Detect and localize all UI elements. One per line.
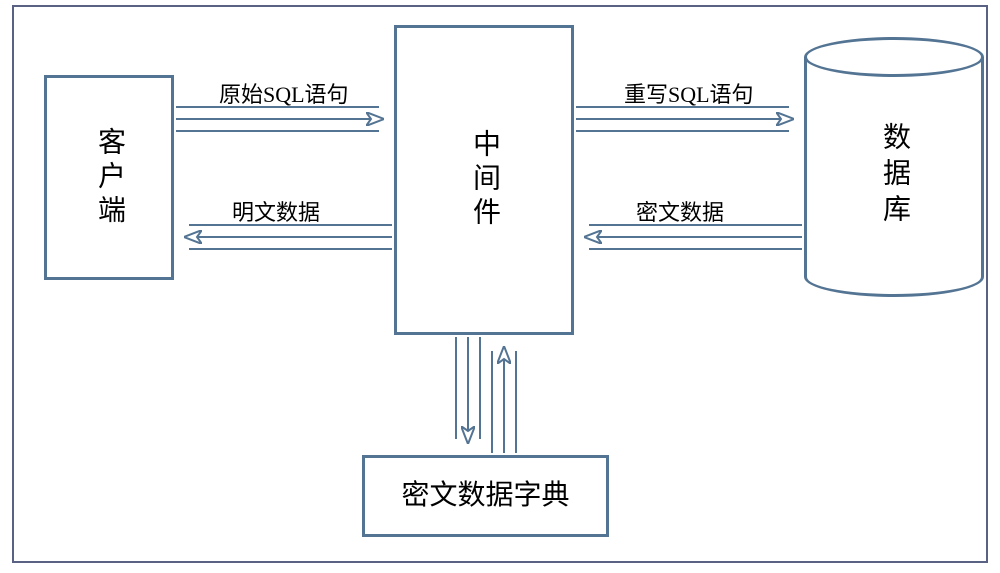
arrow-middleware-to-client [186,225,392,249]
edge-label-ciphertext: 密文数据 [636,195,724,227]
client-box: 客户端 [44,75,174,280]
diagram-frame: 客户端 中间件 数据库 密文数据字典 原始SQL语句 明文数据 重写SQL语句 … [12,5,988,563]
client-label: 客户端 [88,127,130,229]
arrow-client-to-middleware [176,107,382,131]
database-label: 数据库 [874,122,914,230]
middleware-label: 中间件 [463,129,505,231]
edge-label-original-sql: 原始SQL语句 [219,77,349,109]
middleware-box: 中间件 [394,25,574,335]
arrow-middleware-to-dictionary [456,337,516,453]
arrow-middleware-to-database [576,107,792,131]
dictionary-label: 密文数据字典 [401,475,569,517]
database-cylinder: 数据库 [804,37,984,297]
arrow-database-to-middleware [586,225,802,249]
edge-label-rewritten-sql: 重写SQL语句 [624,77,754,109]
dictionary-box: 密文数据字典 [362,455,609,537]
edge-label-plaintext: 明文数据 [232,195,320,227]
